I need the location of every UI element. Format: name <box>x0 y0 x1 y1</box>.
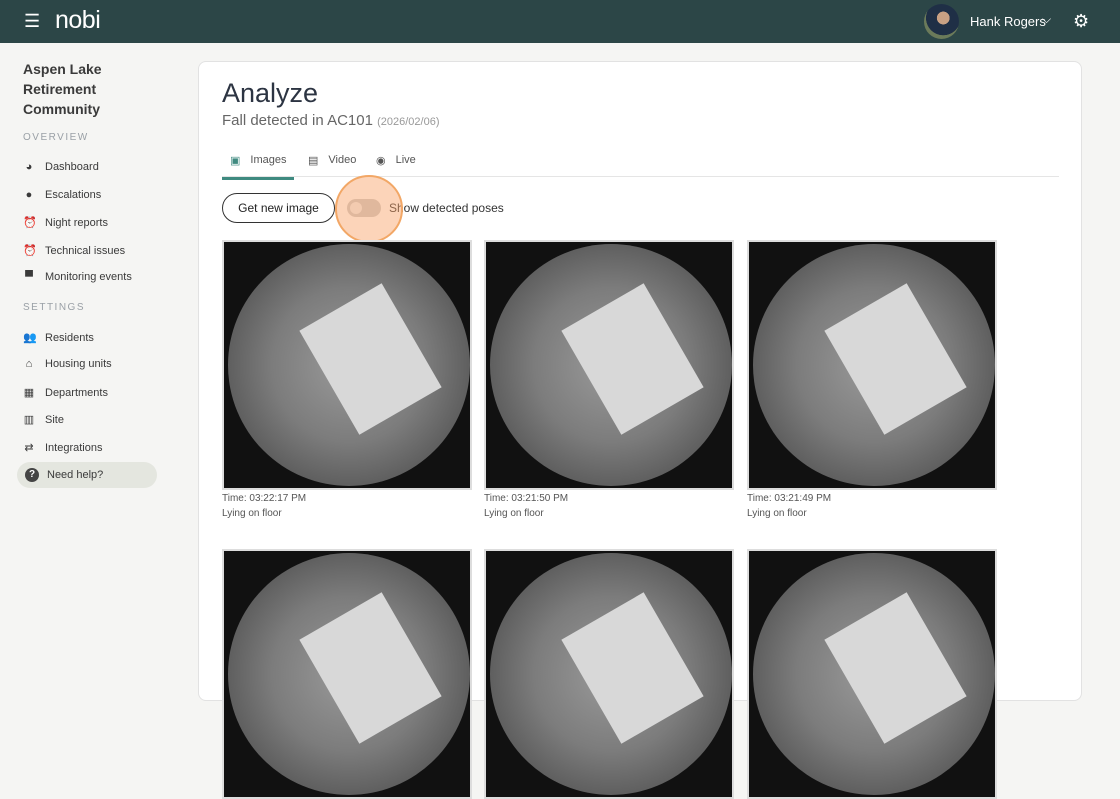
house-icon: ⌂ <box>25 358 33 370</box>
image-time: Time: 03:21:50 PM <box>484 493 569 504</box>
sidebar-item-integrations[interactable]: ⇄ Integrations <box>23 441 103 455</box>
analyze-card: Analyze Fall detected in AC101 (2026/02/… <box>198 61 1082 799</box>
camera-image[interactable] <box>484 549 734 799</box>
camera-image[interactable] <box>747 240 997 490</box>
sidebar-item-escalations[interactable]: ● Escalations <box>23 189 102 201</box>
sidebar-item-departments[interactable]: ▦ Departments <box>23 386 108 400</box>
sidebar-item-monitoring-events[interactable]: ▀ Monitoring events <box>23 271 132 283</box>
camera-image[interactable] <box>747 549 997 799</box>
tabs: ▣ Images ▤ Video ◉ Live <box>222 150 1059 180</box>
sidebar-item-residents[interactable]: 👥 Residents <box>23 331 94 345</box>
image-status: Lying on floor <box>222 508 282 519</box>
top-bar: ☰ nobi Hank Rogers ⌵ ⚙ <box>0 0 1120 43</box>
camera-image[interactable] <box>484 240 734 490</box>
sidebar-item-housing-units[interactable]: ⌂ Housing units <box>23 358 112 370</box>
label: Integrations <box>45 441 103 454</box>
label: Night reports <box>45 216 108 229</box>
camera-image[interactable] <box>222 549 472 799</box>
click-highlight <box>335 175 403 243</box>
tab-live[interactable]: ◉ Live <box>376 154 416 167</box>
video-file-icon: ▤ <box>308 155 319 167</box>
image-time: Time: 03:21:49 PM <box>747 493 832 504</box>
image-time: Time: 03:22:17 PM <box>222 493 307 504</box>
label: Need help? <box>47 469 104 481</box>
section-overview: OVERVIEW <box>23 132 89 143</box>
avatar[interactable] <box>924 4 959 39</box>
subtitle-text: Fall detected in AC101 <box>222 112 373 129</box>
alarm-icon: ⏰ <box>23 217 37 229</box>
image-caption: Time: 03:22:17 PM Lying on floor <box>222 491 306 521</box>
alarm-alert-icon: ⏰ <box>23 245 37 257</box>
swap-icon: ⇄ <box>24 442 34 454</box>
label: Images <box>250 154 287 166</box>
help-icon: ? <box>25 468 39 482</box>
gear-icon[interactable]: ⚙ <box>1073 11 1089 32</box>
label: Live <box>395 154 416 166</box>
sidebar-item-site[interactable]: ▥ Site <box>23 413 64 427</box>
tab-video[interactable]: ▤ Video <box>308 154 356 167</box>
camera-image[interactable] <box>222 240 472 490</box>
image-status: Lying on floor <box>484 508 544 519</box>
image-caption: Time: 03:21:50 PM Lying on floor <box>484 491 568 521</box>
get-new-image-button[interactable]: Get new image <box>222 193 335 223</box>
section-settings: SETTINGS <box>23 302 86 313</box>
label: Dashboard <box>45 161 99 173</box>
label: Escalations <box>45 189 102 201</box>
label: Monitoring events <box>45 271 132 283</box>
eye-icon: ◉ <box>376 155 386 167</box>
label: Video <box>328 154 357 166</box>
page-title: Analyze <box>222 78 319 108</box>
menu-icon[interactable]: ☰ <box>24 12 40 30</box>
sidebar-item-technical-issues[interactable]: ⏰ Technical issues <box>23 244 126 258</box>
image-icon: ▣ <box>230 155 241 167</box>
user-name[interactable]: Hank Rogers <box>970 14 1046 29</box>
tab-images[interactable]: ▣ Images <box>222 154 295 180</box>
sidebar-item-night-reports[interactable]: ⏰ Night reports <box>23 216 108 230</box>
siren-icon: ▀ <box>25 271 33 283</box>
toggle-label: Show detected poses <box>389 201 504 215</box>
page-subtitle: Fall detected in AC101 (2026/02/06) <box>222 112 440 129</box>
label: Departments <box>45 386 108 399</box>
lightbulb-icon: ● <box>25 189 33 201</box>
sidebar-item-dashboard[interactable]: ◕ Dashboard <box>23 161 99 173</box>
chevron-down-icon[interactable]: ⌵ <box>1042 12 1051 27</box>
org-name: Aspen Lake Retirement Community <box>23 61 102 117</box>
image-caption: Time: 03:21:49 PM Lying on floor <box>747 491 831 521</box>
image-status: Lying on floor <box>747 508 807 519</box>
label: Housing units <box>45 358 112 370</box>
label: Site <box>45 413 64 426</box>
building-icon: ▦ <box>23 387 35 399</box>
label: Technical issues <box>45 244 126 257</box>
label: Residents <box>45 331 94 344</box>
event-date: (2026/02/06) <box>377 116 440 128</box>
gauge-icon: ◕ <box>25 161 33 173</box>
city-icon: ▥ <box>23 414 35 426</box>
need-help-button[interactable]: ? Need help? <box>17 462 157 488</box>
people-icon: 👥 <box>23 332 37 344</box>
logo: nobi <box>55 6 101 34</box>
